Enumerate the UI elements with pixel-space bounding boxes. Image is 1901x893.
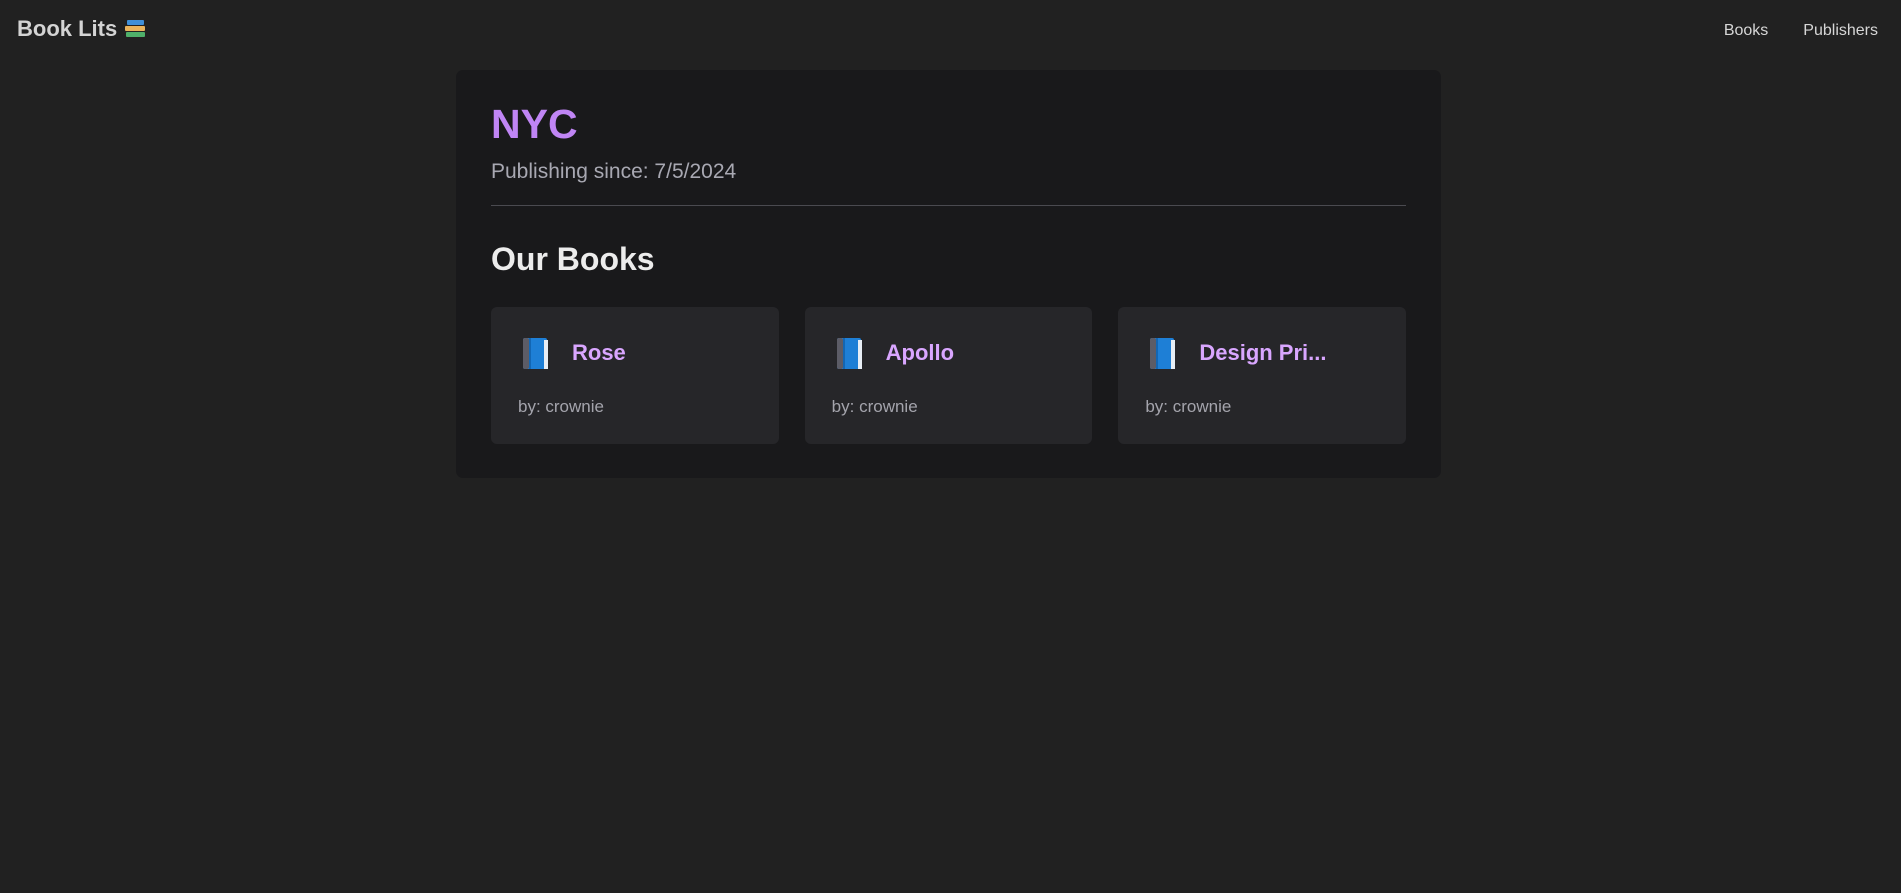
divider — [491, 205, 1406, 206]
publishing-since-text: Publishing since: 7/5/2024 — [491, 160, 737, 183]
top-navbar: Book Lits Books Publishers — [0, 0, 1901, 60]
books-stack-icon — [123, 18, 147, 40]
book-title: Apollo — [885, 340, 955, 365]
book-card[interactable]: Rose by: crownie — [491, 307, 779, 444]
brand-title: Book Lits — [17, 16, 118, 41]
blue-book-icon — [1150, 338, 1176, 369]
nav-publishers-link[interactable]: Publishers — [1803, 22, 1878, 40]
book-title: Design Pri... — [1199, 340, 1327, 365]
book-author: by: crownie — [1145, 397, 1232, 416]
book-card[interactable]: Apollo by: crownie — [804, 307, 1093, 444]
brand-link[interactable]: Book Lits — [17, 16, 147, 42]
blue-book-icon — [523, 338, 548, 369]
section-title: Our Books — [491, 241, 655, 277]
main-nav: Books Publishers — [1724, 22, 1878, 40]
book-card[interactable]: Design Pri... by: crownie — [1118, 307, 1407, 444]
book-author: by: crownie — [518, 397, 604, 416]
publisher-panel: NYC Publishing since: 7/5/2024 Our Books… — [456, 70, 1441, 478]
book-title: Rose — [572, 340, 626, 365]
nav-books-link[interactable]: Books — [1724, 22, 1768, 40]
book-card-list: Rose by: crownie Apollo by: crownie Desi… — [491, 307, 1407, 444]
publisher-name: NYC — [491, 101, 578, 147]
book-author: by: crownie — [831, 397, 918, 416]
blue-book-icon — [836, 338, 862, 369]
